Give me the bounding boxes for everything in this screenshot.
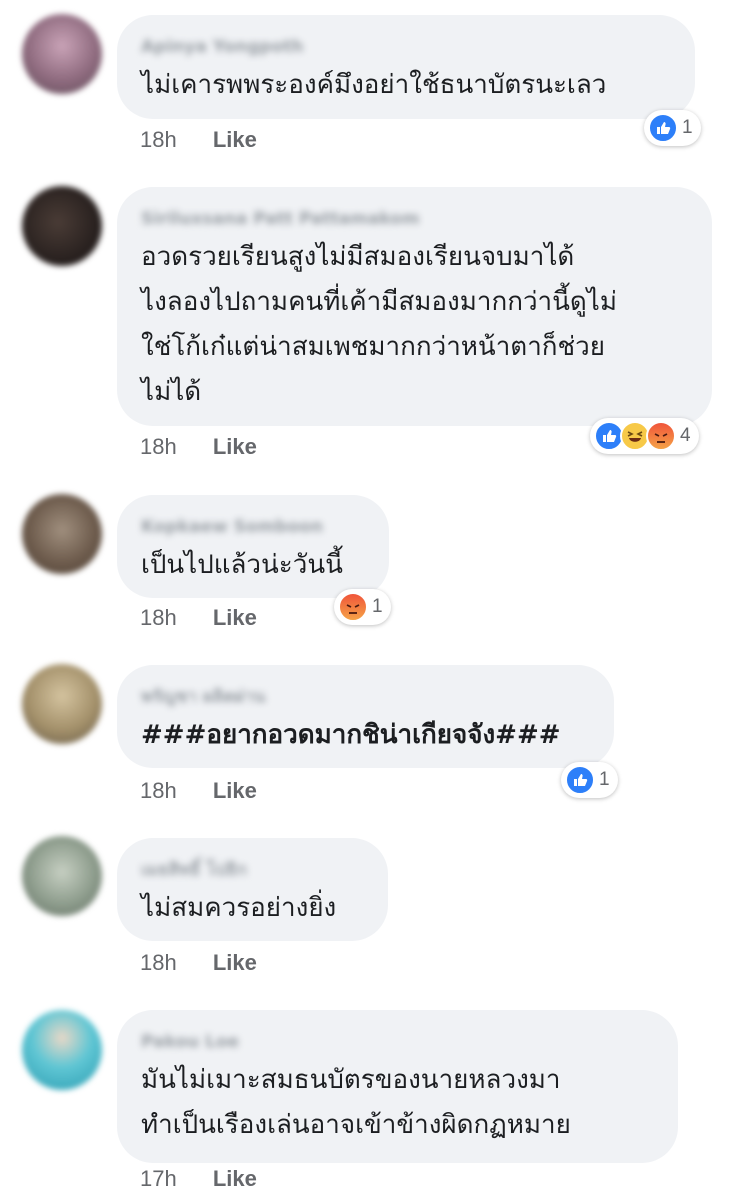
reaction-summary[interactable]: 1 (644, 110, 701, 146)
comment-bubble: Apinya Yongpoth ไม่เคารพพระองค์มึงอย่าใช… (117, 15, 695, 119)
comment-author[interactable]: เมธสิทธิ์ โปธิก (141, 858, 360, 882)
comment-text: ไม่สมควรอย่างยิ่ง (141, 893, 337, 923)
like-button[interactable]: Like (213, 434, 257, 459)
like-button[interactable]: Like (213, 778, 257, 803)
comment-author[interactable]: พรัญชา ผลิตผ่าน (141, 685, 586, 709)
comment-bubble: เมธสิทธิ์ โปธิก ไม่สมควรอย่างยิ่ง (117, 838, 388, 941)
like-button[interactable]: Like (213, 1166, 257, 1191)
comment-text: อวดรวยเรียนสูงไม่มีสมองเรียนจบมาได้ ไงลอ… (141, 242, 618, 407)
reaction-count: 1 (682, 117, 693, 138)
comment-author[interactable]: Apinya Yongpoth (141, 35, 667, 59)
avatar[interactable] (22, 186, 102, 266)
comment-text: ###อยากอวดมากชิน่าเกียจจัง### (141, 720, 561, 750)
reaction-count: 1 (372, 596, 383, 617)
comment-author[interactable]: Pakou Loe (141, 1030, 650, 1054)
comment-bubble: Pakou Loe มันไม่เมาะสมธนบัตรของนายหลวงมา… (117, 1010, 678, 1163)
comment-bubble: Kopkaew Somboon เป็นไปแล้วน่ะวันนี้ (117, 495, 389, 598)
comment-timestamp[interactable]: 17h (140, 1166, 177, 1191)
comment-meta: 18h Like (140, 950, 257, 976)
angry-icon (646, 421, 676, 451)
reaction-count: 1 (599, 769, 610, 790)
comment-author[interactable]: Siriluxsana Patt Pattamakom (141, 207, 684, 231)
avatar[interactable] (22, 494, 102, 574)
comment-timestamp[interactable]: 18h (140, 778, 177, 803)
avatar[interactable] (22, 14, 102, 94)
avatar[interactable] (22, 836, 102, 916)
avatar[interactable] (22, 664, 102, 744)
like-icon (648, 113, 678, 143)
comment-timestamp[interactable]: 18h (140, 605, 177, 630)
comment-bubble: Siriluxsana Patt Pattamakom อวดรวยเรียนส… (117, 187, 712, 426)
comment-timestamp[interactable]: 18h (140, 434, 177, 459)
angry-icon (338, 592, 368, 622)
comment-meta: 18h Like (140, 434, 257, 460)
reaction-count: 4 (680, 425, 691, 446)
comment-text: มันไม่เมาะสมธนบัตรของนายหลวงมา ทำเป็นเรื… (141, 1065, 571, 1140)
like-button[interactable]: Like (213, 950, 257, 975)
reaction-summary[interactable]: 1 (561, 762, 618, 798)
comment-author[interactable]: Kopkaew Somboon (141, 515, 361, 539)
comment-text: เป็นไปแล้วน่ะวันนี้ (141, 550, 343, 580)
comment-text: ไม่เคารพพระองค์มึงอย่าใช้ธนาบัตรนะเลว (141, 70, 607, 100)
reaction-summary[interactable]: 4 (590, 418, 699, 454)
reaction-summary[interactable]: 1 (334, 589, 391, 625)
comment-timestamp[interactable]: 18h (140, 127, 177, 152)
comment-meta: 18h Like (140, 127, 257, 153)
like-button[interactable]: Like (213, 127, 257, 152)
comment-meta: 18h Like (140, 605, 257, 631)
comment-meta: 17h Like (140, 1166, 257, 1192)
comment-meta: 18h Like (140, 778, 257, 804)
like-icon (565, 765, 595, 795)
like-button[interactable]: Like (213, 605, 257, 630)
comment-timestamp[interactable]: 18h (140, 950, 177, 975)
comment-bubble: พรัญชา ผลิตผ่าน ###อยากอวดมากชิน่าเกียจจ… (117, 665, 614, 768)
avatar[interactable] (22, 1010, 102, 1090)
